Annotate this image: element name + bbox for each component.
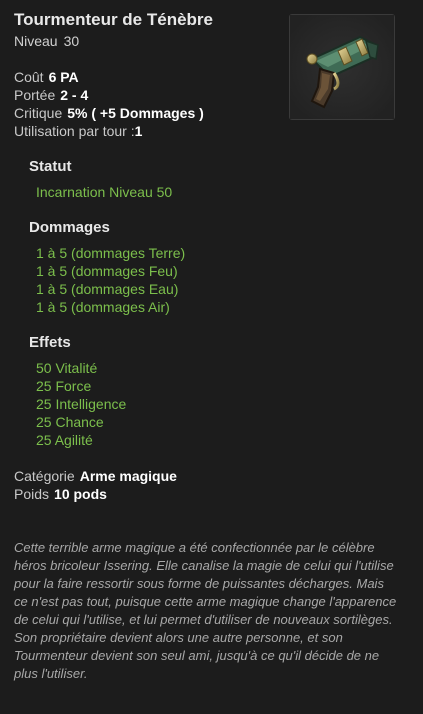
damage-heading: Dommages [29,219,110,236]
damage-item-air: 1 à 5 (dommages Air) [36,299,170,315]
cost-value: 6 PA [48,69,79,85]
damage-item-fire: 1 à 5 (dommages Feu) [36,263,178,279]
effects-heading: Effets [29,334,71,351]
level-value: 30 [63,33,80,49]
uses-per-turn-label: Utilisation par tour : [14,123,135,139]
range-row: Portée 2 - 4 [14,86,204,104]
effect-item-vitality: 50 Vitalité [36,360,98,376]
magic-pistol-weapon-icon [289,14,395,120]
status-list: Incarnation Niveau 50 [36,183,172,201]
weapon-image [290,15,394,119]
item-name: Tourmenteur de Ténèbre [14,10,213,29]
range-value: 2 - 4 [60,87,89,103]
weight-label: Poids [14,486,50,502]
status-heading: Statut [29,158,72,175]
uses-per-turn-row: Utilisation par tour :1 [14,122,204,140]
uses-per-turn-value: 1 [134,123,143,139]
weight-value: 10 pods [54,486,107,502]
category-label: Catégorie [14,468,75,484]
damage-item-water: 1 à 5 (dommages Eau) [36,281,179,297]
level-label: Niveau [14,33,58,49]
range-label: Portée [14,87,56,103]
cost-row: Coût 6 PA [14,68,204,86]
damage-item-earth: 1 à 5 (dommages Terre) [36,245,186,261]
effect-item-intelligence: 25 Intelligence [36,396,127,412]
category-row: Catégorie Arme magique [14,467,177,485]
effect-item-strength: 25 Force [36,378,92,394]
damage-list: 1 à 5 (dommages Terre) 1 à 5 (dommages F… [36,244,185,316]
critical-row: Critique 5% ( +5 Dommages ) [14,104,204,122]
status-item: Incarnation Niveau 50 [36,184,173,200]
effect-item-chance: 25 Chance [36,414,104,430]
critical-label: Critique [14,105,63,121]
item-info: Catégorie Arme magique Poids 10 pods [14,467,177,503]
item-description: Cette terrible arme magique a été confec… [14,540,397,681]
item-level: Niveau 30 [14,33,79,49]
critical-value: 5% ( +5 Dommages ) [67,105,204,121]
category-value: Arme magique [79,468,177,484]
cost-label: Coût [14,69,44,85]
effect-item-agility: 25 Agilité [36,432,93,448]
weight-row: Poids 10 pods [14,485,177,503]
effects-list: 50 Vitalité 25 Force 25 Intelligence 25 … [36,359,126,449]
weapon-stats: Coût 6 PA Portée 2 - 4 Critique 5% ( +5 Dom… [14,68,204,140]
item-tooltip-panel: Tourmenteur de Ténèbre Niveau 30 Coût 6 … [0,0,423,714]
